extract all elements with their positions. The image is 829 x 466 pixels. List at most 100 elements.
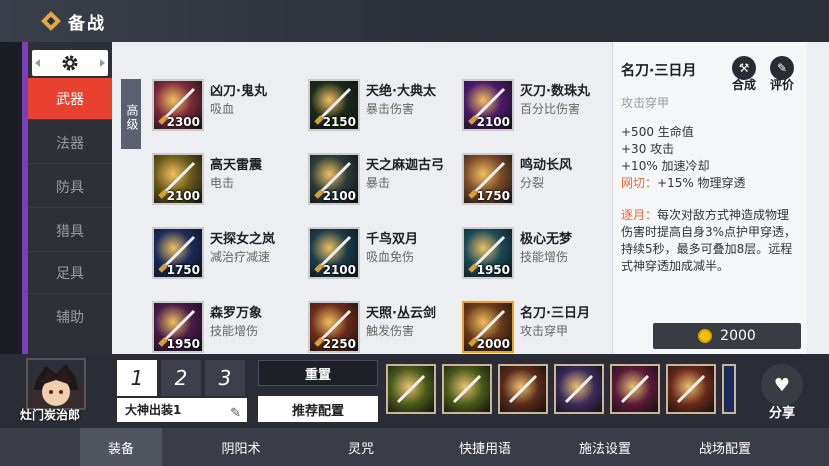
item-icon: 2150 <box>308 79 360 131</box>
tab-equipment[interactable]: 装备 <box>80 428 162 466</box>
item-cost: 1950 <box>166 337 200 351</box>
build-slot-1[interactable]: 1 <box>117 360 157 396</box>
equipped-item-slot[interactable] <box>386 364 436 414</box>
item-effect: 技能增伤 <box>520 250 569 264</box>
stat-line: +10% 加速冷却 <box>621 159 710 173</box>
avatar[interactable]: 灶门炭治郎 <box>20 358 90 422</box>
item-icon: 1950 <box>152 301 204 353</box>
item-card[interactable]: 1950 极心无梦技能增伤 <box>462 227 612 287</box>
item-icon: 2250 <box>308 301 360 353</box>
item-icon: 1750 <box>152 227 204 279</box>
tab-cast-settings[interactable]: 施法设置 <box>560 428 650 466</box>
passive-text: +15% 物理穿透 <box>657 176 746 190</box>
item-card[interactable]: 2300 凶刀·鬼丸 吸血 <box>152 79 302 139</box>
character-face-icon <box>34 364 78 406</box>
player-name: 灶门炭治郎 <box>20 408 81 422</box>
passive-name: 逐月： <box>621 208 658 222</box>
item-name: 森罗万象 <box>210 306 263 321</box>
gear-icon <box>62 55 78 71</box>
passive-line: 网切：+15% 物理穿透 <box>621 175 746 192</box>
detail-item-type: 攻击穿甲 <box>621 96 670 110</box>
tab-quick-phrases[interactable]: 快捷用语 <box>440 428 530 466</box>
item-cost: 2100 <box>166 189 200 203</box>
category-sidebar: 武器 法器 防具 猎具 足具 辅助 <box>28 42 112 354</box>
review-button[interactable]: ✎ 评价 <box>765 56 799 93</box>
item-card[interactable]: 1750 鸣动长风 分裂 <box>462 153 612 213</box>
bottom-nav: 装备 阴阳术 灵咒 快捷用语 施法设置 战场配置 <box>0 428 829 466</box>
item-name: 鸣动长风 <box>520 158 573 173</box>
item-name: 天绝·大典太 <box>366 84 436 99</box>
tab-spirit-curse[interactable]: 灵咒 <box>320 428 402 466</box>
grade-label: 高级 <box>121 79 141 149</box>
equipment-icon <box>676 374 706 404</box>
share-label: 分享 <box>768 406 795 421</box>
item-effect: 触发伤害 <box>366 324 415 338</box>
item-card[interactable]: 1750 天探女之岚 减治疗减速 <box>152 227 302 287</box>
item-icon: 2300 <box>152 79 204 131</box>
equipped-item-slot[interactable] <box>610 364 660 414</box>
chevron-right-icon <box>100 59 105 67</box>
sidebar-item-support[interactable]: 辅助 <box>28 296 112 338</box>
passive-name: 网切： <box>621 176 658 190</box>
item-cost: 1750 <box>476 189 510 203</box>
sidebar-item-artifact[interactable]: 法器 <box>28 122 112 164</box>
equipped-item-slot[interactable] <box>554 364 604 414</box>
item-cost: 1750 <box>166 263 200 277</box>
build-slot-2[interactable]: 2 <box>161 360 201 396</box>
sidebar-item-boots[interactable]: 足具 <box>28 252 112 294</box>
equipment-icon <box>396 374 426 404</box>
page-title: 备战 <box>68 14 106 34</box>
top-bar: 备战 <box>0 0 829 42</box>
build-name: 大神出装1 <box>125 403 182 417</box>
item-name: 高天雷震 <box>210 158 263 173</box>
item-icon: 2100 <box>152 153 204 205</box>
item-cost: 2150 <box>322 115 356 129</box>
build-name-field[interactable]: 大神出装1 ✎ <box>117 398 247 422</box>
equipment-icon <box>620 374 650 404</box>
item-effect: 吸血 <box>210 102 235 116</box>
share-button[interactable]: ♥ 分享 <box>758 364 806 424</box>
back-diamond-icon[interactable] <box>40 10 62 32</box>
item-card[interactable]: 2150 天绝·大典太 暴击伤害 <box>308 79 458 139</box>
recommend-config-button[interactable]: 推荐配置 <box>258 396 378 422</box>
detail-passive: 逐月：每次对敌方式神造成物理伤害时提高自身3%点护甲穿透，持续5秒，最多可叠加8… <box>621 207 801 275</box>
item-cost: 2000 <box>476 337 510 351</box>
equipment-icon <box>452 374 482 404</box>
price-badge: 2000 <box>653 323 801 349</box>
synthesize-button[interactable]: ⚒ 合成 <box>727 56 761 93</box>
build-slot-3[interactable]: 3 <box>205 360 245 396</box>
item-icon: 1950 <box>462 227 514 279</box>
sidebar-item-armor[interactable]: 防具 <box>28 166 112 208</box>
equipped-item-slot[interactable] <box>498 364 548 414</box>
edit-icon[interactable]: ✎ <box>230 402 241 426</box>
reset-button[interactable]: 重置 <box>258 360 378 386</box>
item-name: 极心无梦 <box>520 232 573 247</box>
settings-button[interactable] <box>32 50 108 76</box>
item-effect: 减治疗减速 <box>210 250 271 264</box>
synthesize-label: 合成 <box>731 78 756 92</box>
detail-item-name: 名刀·三日月 <box>621 63 697 79</box>
equipped-item-slot-partial[interactable] <box>722 364 736 414</box>
item-name: 千鸟双月 <box>366 232 419 247</box>
item-card[interactable]: 2100 高天雷震电击 <box>152 153 302 213</box>
item-effect: 暴击 <box>366 176 391 190</box>
item-card[interactable]: 1950 森罗万象技能增伤 <box>152 301 302 361</box>
item-card[interactable]: 2100 灭刀·数珠丸 百分比伤害 <box>462 79 612 139</box>
tab-battle-config[interactable]: 战场配置 <box>680 428 770 466</box>
equipped-item-slot[interactable] <box>442 364 492 414</box>
item-card[interactable]: 2100 千鸟双月 吸血免伤 <box>308 227 458 287</box>
item-icon: 1750 <box>462 153 514 205</box>
share-icon: ♥ <box>761 364 803 406</box>
item-card[interactable]: 2250 天照·丛云剑 触发伤害 <box>308 301 458 361</box>
tab-yinyang-skill[interactable]: 阴阳术 <box>200 428 282 466</box>
item-card[interactable]: 2000 名刀·三日月 攻击穿甲 <box>462 301 612 361</box>
sidebar-item-weapon[interactable]: 武器 <box>28 78 112 120</box>
item-effect: 电击 <box>210 176 235 190</box>
item-card[interactable]: 2100 天之麻迦古弓 暴击 <box>308 153 458 213</box>
item-cost: 2100 <box>322 189 356 203</box>
item-effect: 技能增伤 <box>210 324 259 338</box>
sidebar-item-hunting[interactable]: 猎具 <box>28 210 112 252</box>
item-cost: 2300 <box>166 115 200 129</box>
detail-stats: +500 生命值 +30 攻击 +10% 加速冷却 网切：+15% 物理穿透 <box>621 124 746 192</box>
equipped-item-slot[interactable] <box>666 364 716 414</box>
